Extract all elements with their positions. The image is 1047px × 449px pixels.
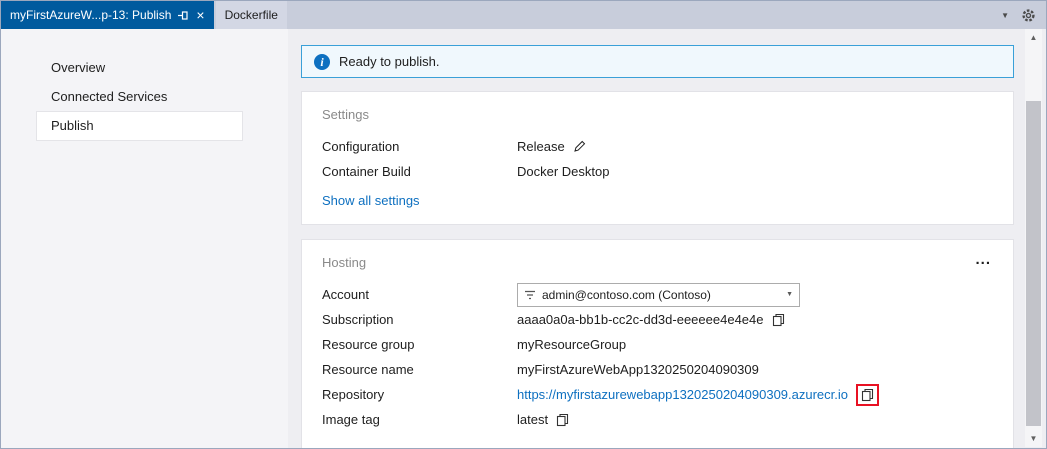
copy-repository-icon[interactable] bbox=[861, 388, 874, 402]
hosting-card: Hosting ... Account admin@contoso.com (C… bbox=[301, 239, 1014, 449]
vs-window: myFirstAzureW...p-13: Publish × Dockerfi… bbox=[0, 0, 1047, 449]
close-icon[interactable]: × bbox=[196, 8, 204, 22]
tab-dockerfile[interactable]: Dockerfile bbox=[216, 1, 287, 29]
settings-card: Settings Configuration Release Container… bbox=[301, 91, 1014, 225]
copy-image-tag-icon[interactable] bbox=[556, 413, 569, 427]
account-dropdown[interactable]: admin@contoso.com (Contoso) ▼ bbox=[517, 283, 800, 307]
container-build-label: Container Build bbox=[322, 164, 517, 179]
scroll-down-icon[interactable]: ▼ bbox=[1025, 430, 1042, 447]
configuration-row: Configuration Release bbox=[322, 134, 993, 159]
subscription-label: Subscription bbox=[322, 312, 517, 327]
info-icon: i bbox=[314, 54, 330, 70]
publish-main-panel: i Ready to publish. Settings Configurati… bbox=[288, 29, 1024, 448]
show-all-settings-link[interactable]: Show all settings bbox=[322, 193, 420, 208]
image-tag-label: Image tag bbox=[322, 412, 517, 427]
repository-link[interactable]: https://myfirstazurewebapp13202502040903… bbox=[517, 387, 848, 402]
highlight-red-box bbox=[856, 384, 879, 406]
account-label: Account bbox=[322, 287, 517, 302]
sidebar-item-publish[interactable]: Publish bbox=[37, 112, 242, 140]
copy-subscription-icon[interactable] bbox=[772, 313, 785, 327]
vertical-scrollbar[interactable]: ▲ ▼ bbox=[1025, 29, 1042, 447]
subscription-value: aaaa0a0a-bb1b-cc2c-dd3d-eeeeee4e4e4e bbox=[517, 312, 764, 327]
scroll-up-icon[interactable]: ▲ bbox=[1025, 29, 1042, 46]
repository-row: Repository https://myfirstazurewebapp132… bbox=[322, 382, 993, 407]
resource-name-label: Resource name bbox=[322, 362, 517, 377]
pin-icon[interactable] bbox=[178, 10, 189, 21]
edit-pencil-icon[interactable] bbox=[573, 140, 586, 153]
document-tabbar: myFirstAzureW...p-13: Publish × Dockerfi… bbox=[1, 1, 1046, 29]
ready-to-publish-banner: i Ready to publish. bbox=[301, 45, 1014, 78]
scrollbar-thumb[interactable] bbox=[1026, 101, 1041, 426]
hosting-title: Hosting bbox=[322, 255, 366, 270]
resource-name-row: Resource name myFirstAzureWebApp13202502… bbox=[322, 357, 993, 382]
configuration-value: Release bbox=[517, 139, 565, 154]
repository-label: Repository bbox=[322, 387, 517, 402]
account-value: admin@contoso.com (Contoso) bbox=[542, 288, 780, 302]
configuration-label: Configuration bbox=[322, 139, 517, 154]
account-row: Account admin@contoso.com (Contoso) ▼ bbox=[322, 282, 993, 307]
chevron-down-icon[interactable]: ▼ bbox=[1001, 11, 1009, 20]
tab-publish[interactable]: myFirstAzureW...p-13: Publish × bbox=[1, 1, 214, 29]
sidebar-item-overview[interactable]: Overview bbox=[37, 54, 242, 82]
sidebar-item-connected-services[interactable]: Connected Services bbox=[37, 83, 242, 111]
container-build-value: Docker Desktop bbox=[517, 164, 609, 179]
banner-message: Ready to publish. bbox=[339, 54, 439, 69]
tab-publish-label: myFirstAzureW...p-13: Publish bbox=[10, 8, 171, 22]
resource-name-value: myFirstAzureWebApp1320250204090309 bbox=[517, 362, 759, 377]
tab-dockerfile-label: Dockerfile bbox=[225, 8, 278, 22]
resource-group-label: Resource group bbox=[322, 337, 517, 352]
subscription-row: Subscription aaaa0a0a-bb1b-cc2c-dd3d-eee… bbox=[322, 307, 993, 332]
filter-icon bbox=[524, 290, 536, 300]
more-options-button[interactable]: ... bbox=[973, 255, 993, 265]
settings-title: Settings bbox=[322, 107, 993, 122]
image-tag-value: latest bbox=[517, 412, 548, 427]
publish-nav-sidebar: Overview Connected Services Publish bbox=[1, 29, 288, 448]
gear-icon[interactable] bbox=[1021, 8, 1036, 23]
container-build-row: Container Build Docker Desktop bbox=[322, 159, 993, 184]
dropdown-arrow-icon[interactable]: ▼ bbox=[786, 291, 793, 298]
resource-group-row: Resource group myResourceGroup bbox=[322, 332, 993, 357]
resource-group-value: myResourceGroup bbox=[517, 337, 626, 352]
tabbar-controls: ▼ bbox=[1001, 1, 1046, 29]
image-tag-row: Image tag latest bbox=[322, 407, 993, 432]
